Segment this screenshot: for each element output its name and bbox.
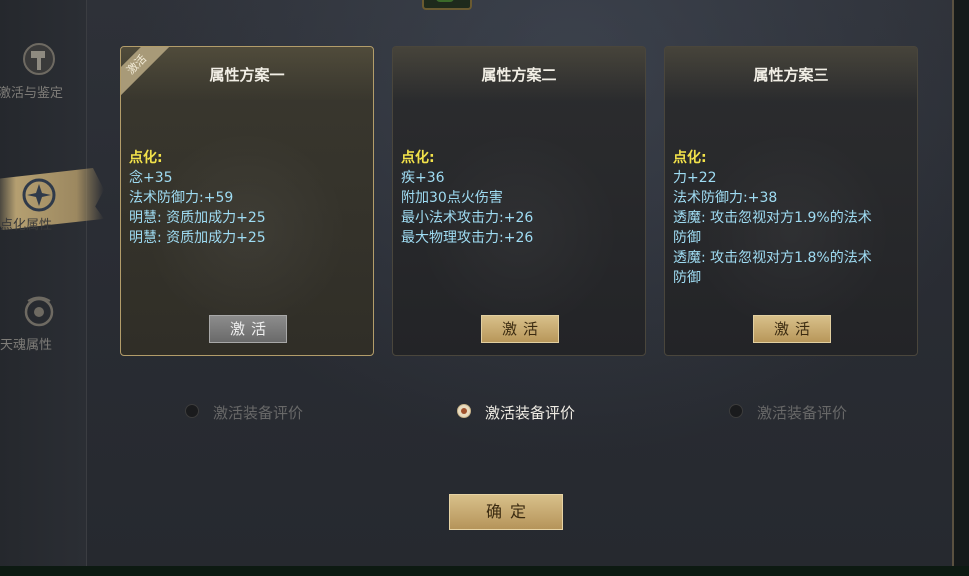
attr-line: 法术防御力:+59 — [129, 190, 234, 206]
activate-button[interactable]: 激活 — [481, 315, 559, 343]
sidebar-item-label: 激活与鉴定 — [0, 86, 64, 101]
sparkle-icon — [22, 178, 56, 212]
attr-heading: 点化: — [401, 150, 435, 166]
attr-line: 防御 — [673, 270, 701, 286]
background-strip-right — [954, 0, 969, 576]
attr-line: 明慧: 资质加成力+25 — [129, 230, 266, 246]
attr-line: 防御 — [673, 230, 701, 246]
radio-dot[interactable] — [457, 404, 471, 418]
radio-label: 激活装备评价 — [213, 404, 304, 422]
attr-line: 透魔: 攻击忽视对方1.8%的法术 — [673, 250, 872, 266]
card-title: 属性方案一 — [209, 66, 285, 84]
attr-heading: 点化: — [673, 150, 707, 166]
attr-line: 明慧: 资质加成力+25 — [129, 210, 266, 226]
radio-dot[interactable] — [729, 404, 743, 418]
confirm-button[interactable]: 确定 — [449, 494, 563, 530]
radio-dot[interactable] — [185, 404, 199, 418]
activate-button[interactable]: 激活 — [753, 315, 831, 343]
card-attributes: 点化: 疾+36 附加30点火伤害 最小法术攻击力:+26 最大物理攻击力:+2… — [401, 148, 641, 248]
spirit-icon — [24, 296, 54, 327]
attr-line: 最小法术攻击力:+26 — [401, 210, 534, 226]
card-title: 属性方案三 — [753, 66, 829, 84]
card-attributes: 点化: 念+35 法术防御力:+59 明慧: 资质加成力+25 明慧: 资质加成… — [129, 148, 369, 248]
attr-line: 附加30点火伤害 — [401, 190, 503, 206]
card-title: 属性方案二 — [481, 66, 557, 84]
attr-line: 最大物理攻击力:+26 — [401, 230, 534, 246]
radio-label: 激活装备评价 — [485, 404, 576, 422]
sidebar: 激活与鉴定 点化属性 天魂属性 — [0, 0, 104, 566]
background-strip-bottom — [0, 566, 969, 576]
attr-line: 法术防御力:+38 — [673, 190, 778, 206]
attr-line: 念+35 — [129, 170, 173, 186]
hammer-icon — [23, 43, 55, 75]
sidebar-item-label: 天魂属性 — [0, 338, 53, 353]
card-attributes: 点化: 力+22 法术防御力:+38 透魔: 攻击忽视对方1.9%的法术 防御 … — [673, 148, 913, 288]
attribute-plan-card-3[interactable]: 属性方案三 点化: 力+22 法术防御力:+38 透魔: 攻击忽视对方1.9%的… — [664, 46, 918, 356]
activate-button[interactable]: 激活 — [209, 315, 287, 343]
sidebar-item-tianhun-attributes[interactable]: 天魂属性 — [0, 292, 86, 356]
sidebar-item-activate-identify[interactable]: 激活与鉴定 — [0, 40, 86, 104]
top-ornament — [422, 0, 472, 10]
attr-line: 力+22 — [673, 170, 717, 186]
attr-line: 透魔: 攻击忽视对方1.9%的法术 — [673, 210, 872, 226]
attr-line: 疾+36 — [401, 170, 445, 186]
sidebar-item-dianhua-attributes[interactable]: 点化属性 — [0, 172, 86, 236]
attr-heading: 点化: — [129, 150, 163, 166]
attribute-plan-card-2[interactable]: 属性方案二 点化: 疾+36 附加30点火伤害 最小法术攻击力:+26 最大物理… — [392, 46, 646, 356]
attribute-plan-card-1[interactable]: 激活 属性方案一 点化: 念+35 法术防御力:+59 明慧: 资质加成力+25… — [120, 46, 374, 356]
sidebar-item-label: 点化属性 — [0, 218, 53, 233]
radio-label: 激活装备评价 — [757, 404, 848, 422]
